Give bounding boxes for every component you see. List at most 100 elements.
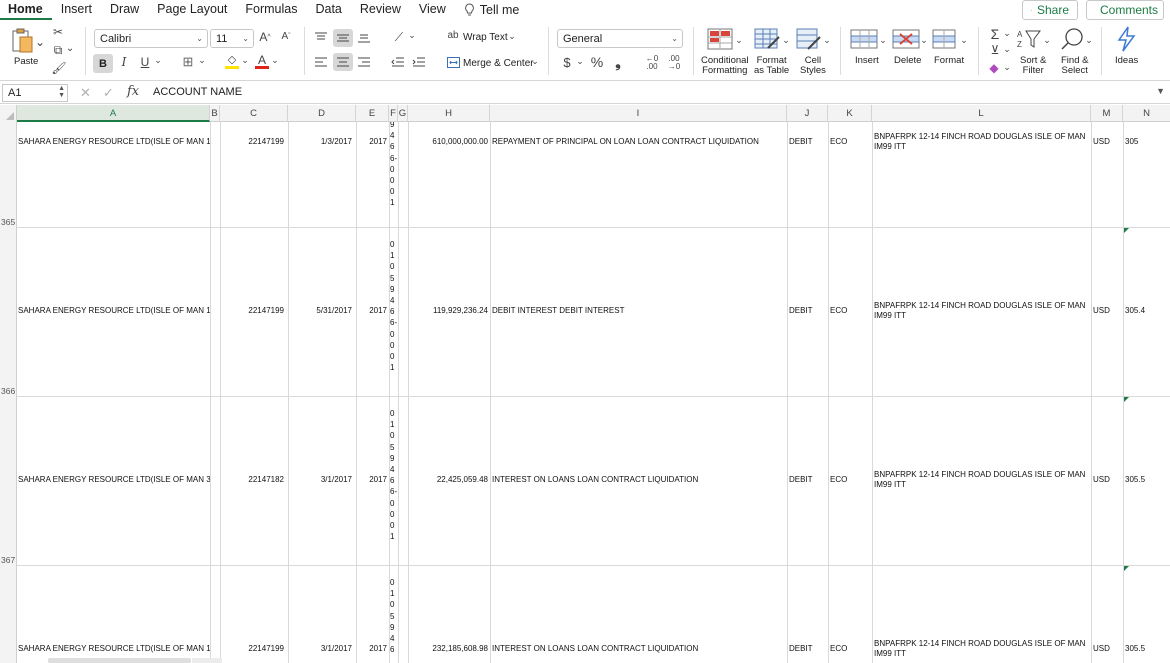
cell-date[interactable]: 1/3/2017 (288, 137, 352, 147)
cell-year[interactable]: 2017 (356, 306, 387, 316)
align-right-icon[interactable] (356, 55, 372, 69)
format-as-table-label[interactable]: Format as Table (754, 56, 789, 76)
expand-formula-bar-icon[interactable]: ▼ (1156, 86, 1165, 96)
column-header-n[interactable]: N (1123, 105, 1170, 122)
increase-decimal-icon[interactable]: ←0.00 (643, 55, 661, 71)
error-indicator-icon[interactable] (1124, 397, 1129, 402)
column-header-k[interactable]: K (828, 105, 872, 122)
cell-amount[interactable]: 610,000,000.00 (408, 137, 488, 147)
underline-dropdown-icon[interactable]: ⌄ (154, 55, 162, 66)
fill-icon[interactable]: ⊻ (988, 43, 1002, 57)
cell-account-number[interactable]: 22147199 (220, 644, 284, 654)
name-box[interactable]: A1 ▲ ▼ (2, 84, 68, 102)
tab-insert[interactable]: Insert (52, 0, 101, 20)
borders-icon[interactable]: ⊞ (180, 54, 196, 70)
cell-styles-dropdown-icon[interactable]: ⌄ (823, 35, 831, 46)
tab-draw[interactable]: Draw (101, 0, 148, 20)
select-all-button[interactable] (0, 105, 17, 122)
column-header-e[interactable]: E (356, 105, 389, 122)
sheet-tab-area[interactable] (192, 658, 222, 663)
column-header-c[interactable]: C (220, 105, 288, 122)
wrap-text-dropdown-icon[interactable]: ⌄ (508, 31, 516, 42)
cell-account-name[interactable]: SAHARA ENERGY RESOURCE LTD(ISLE OF MAN 3… (18, 475, 210, 485)
cell-reference-digits[interactable]: 0105946 (390, 577, 399, 655)
sort-filter-dropdown-icon[interactable]: ⌄ (1043, 35, 1051, 46)
merge-center-button[interactable]: Merge & Center (463, 59, 534, 69)
fill-color-dropdown-icon[interactable]: ⌄ (241, 55, 249, 66)
cell-rate[interactable]: 305.5 (1125, 644, 1169, 654)
cell-type[interactable]: DEBIT (789, 475, 827, 485)
column-header-g[interactable]: G (398, 105, 408, 122)
cell-type[interactable]: DEBIT (789, 137, 827, 147)
cell-rate[interactable]: 305.5 (1125, 475, 1169, 485)
paste-dropdown-icon[interactable]: ⌄ (35, 35, 45, 49)
wrap-text-icon[interactable]: ab (446, 30, 460, 41)
tab-formulas[interactable]: Formulas (236, 0, 306, 20)
format-as-table-dropdown-icon[interactable]: ⌄ (782, 35, 790, 46)
delete-cells-icon[interactable] (892, 28, 920, 50)
tab-data[interactable]: Data (306, 0, 350, 20)
cell-rate[interactable]: 305.4 (1125, 306, 1169, 316)
align-top-icon[interactable] (313, 30, 329, 44)
column-header-a[interactable]: A (17, 105, 210, 122)
formula-input[interactable]: ACCOUNT NAME (153, 86, 242, 98)
column-header-i[interactable]: I (490, 105, 787, 122)
cell-currency[interactable]: USD (1093, 306, 1123, 316)
autosum-dropdown-icon[interactable]: ⌄ (1003, 28, 1011, 39)
cell-currency[interactable]: USD (1093, 644, 1123, 654)
cell-currency[interactable]: USD (1093, 137, 1123, 147)
insert-function-icon[interactable]: fx (127, 84, 139, 99)
align-middle-icon[interactable] (333, 29, 353, 47)
find-select-dropdown-icon[interactable]: ⌄ (1085, 35, 1093, 46)
name-box-spinner-icon[interactable]: ▲ ▼ (58, 85, 65, 99)
clear-dropdown-icon[interactable]: ⌄ (1003, 62, 1011, 73)
find-select-icon[interactable] (1060, 27, 1084, 51)
insert-cells-icon[interactable] (850, 28, 878, 50)
font-name-select[interactable]: Calibri ⌄ (94, 29, 208, 48)
tab-review[interactable]: Review (351, 0, 410, 20)
align-bottom-icon[interactable] (356, 30, 372, 44)
cell-styles-label[interactable]: Cell Styles (800, 56, 826, 76)
orientation-icon[interactable]: ⟋ (390, 29, 408, 45)
decrease-indent-icon[interactable] (390, 55, 406, 69)
delete-label[interactable]: Delete (894, 56, 921, 66)
tab-home[interactable]: Home (0, 0, 52, 20)
merge-center-icon[interactable] (446, 55, 460, 69)
currency-dropdown-icon[interactable]: ⌄ (576, 56, 584, 67)
cell-styles-icon[interactable] (796, 28, 822, 50)
cell-description[interactable]: DEBIT INTEREST DEBIT INTEREST (492, 306, 786, 316)
cell-code[interactable]: ECO (830, 306, 870, 316)
cancel-entry-icon[interactable]: ✕ (80, 85, 91, 101)
conditional-formatting-dropdown-icon[interactable]: ⌄ (735, 35, 743, 46)
sort-filter-icon[interactable]: AZ (1016, 27, 1042, 51)
cell-type[interactable]: DEBIT (789, 306, 827, 316)
delete-dropdown-icon[interactable]: ⌄ (920, 35, 928, 46)
row-header[interactable]: 366 (0, 386, 17, 396)
currency-icon[interactable]: $ (561, 55, 573, 70)
cell-reference-digits[interactable]: 9 4 6 6- 0 0 0 1 (390, 122, 399, 209)
cell-rate[interactable]: 305 (1125, 137, 1169, 147)
increase-font-icon[interactable]: A ^ (258, 30, 272, 44)
cell-account-name[interactable]: SAHARA ENERGY RESOURCE LTD(ISLE OF MAN 1… (18, 306, 210, 316)
error-indicator-icon[interactable] (1124, 228, 1129, 233)
cell-description[interactable]: REPAYMENT OF PRINCIPAL ON LOAN LOAN CONT… (492, 137, 786, 147)
error-indicator-icon[interactable] (1124, 566, 1129, 571)
align-left-icon[interactable] (313, 55, 329, 69)
tab-page-layout[interactable]: Page Layout (148, 0, 236, 20)
font-size-select[interactable]: 11 ⌄ (210, 29, 254, 48)
cell-account-number[interactable]: 22147199 (220, 306, 284, 316)
autosum-icon[interactable]: Σ (988, 26, 1002, 42)
cell-account-number[interactable]: 22147199 (220, 137, 284, 147)
wrap-text-button[interactable]: Wrap Text (463, 33, 508, 43)
column-header-j[interactable]: J (787, 105, 828, 122)
cell-reference-digits[interactable]: 0 1 0 5 9 4 6 6- 0 0 0 1 (390, 408, 399, 542)
cell-code[interactable]: ECO (830, 137, 870, 147)
cell-year[interactable]: 2017 (356, 644, 387, 654)
cell-beneficiary[interactable]: BNPAFRPK 12-14 FINCH ROAD DOUGLAS ISLE O… (874, 470, 1088, 490)
percent-icon[interactable]: % (589, 54, 605, 70)
insert-label[interactable]: Insert (855, 56, 879, 66)
paste-icon[interactable] (10, 27, 34, 55)
conditional-formatting-label[interactable]: Conditional Formatting (701, 56, 749, 76)
format-cells-icon[interactable] (932, 28, 958, 50)
decrease-decimal-icon[interactable]: .00 →0 (665, 55, 683, 71)
